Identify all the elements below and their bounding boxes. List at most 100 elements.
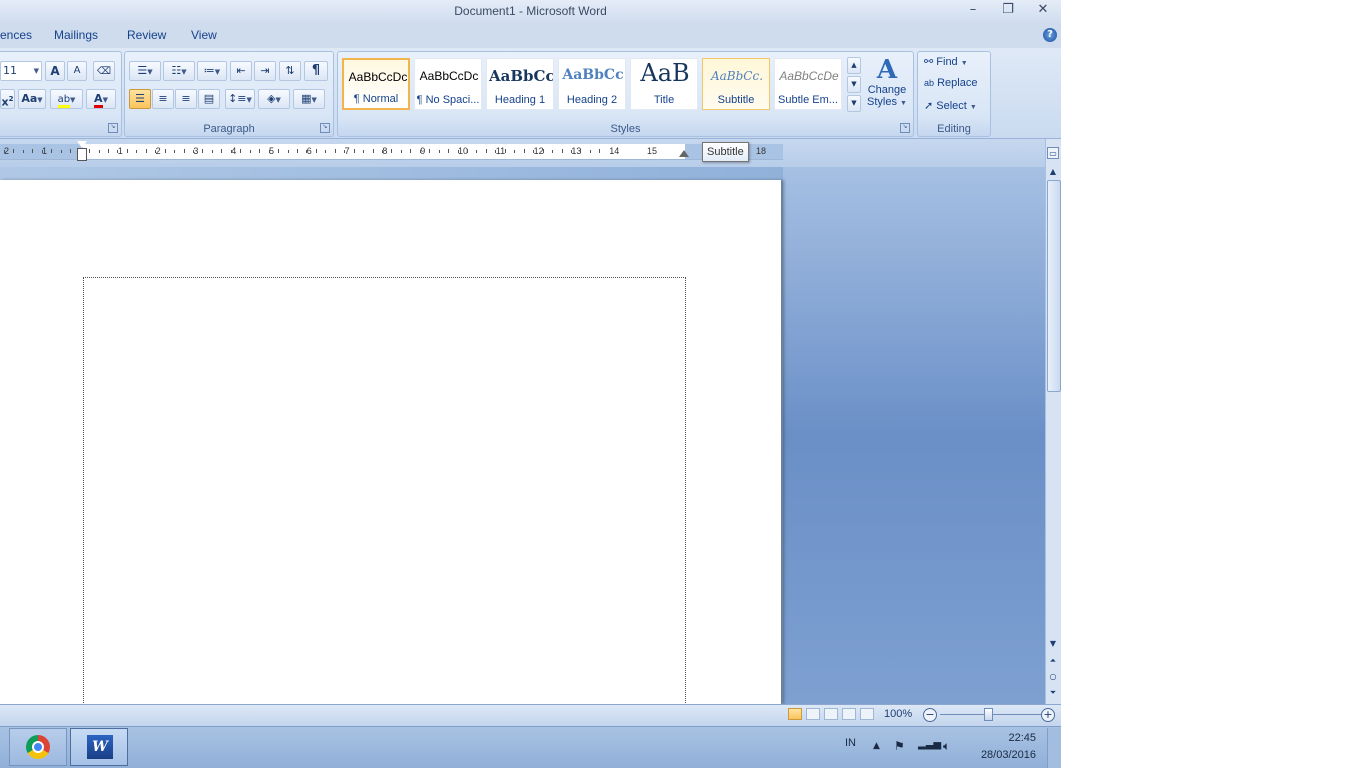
view-ruler-button[interactable]: ▭ <box>1047 147 1059 159</box>
volume-icon[interactable]: 🔈︎ <box>943 739 950 754</box>
line-spacing-button[interactable]: ↕≡▼ <box>225 89 255 109</box>
first-line-indent-marker[interactable] <box>77 141 87 148</box>
styles-dialog-launcher[interactable]: ↘ <box>900 123 910 133</box>
close-button[interactable]: ✕ <box>1028 1 1058 21</box>
font-size-box[interactable]: 11 ▼ <box>0 61 42 81</box>
ruler-number: 7 <box>344 146 350 156</box>
align-right-icon: ≡ <box>181 92 191 105</box>
style-subtle-emphasis[interactable]: AaBbCcDe Subtle Em... <box>774 58 842 110</box>
paragraph-dialog-launcher[interactable]: ↘ <box>320 123 330 133</box>
chevron-down-icon: ▼ <box>900 100 907 107</box>
ruler-tick <box>382 150 383 153</box>
taskbar-chrome[interactable] <box>9 728 67 766</box>
next-page-button[interactable]: ⏷ <box>1046 687 1060 699</box>
ruler-number: 1 <box>42 146 48 156</box>
maximize-button[interactable]: ❐ <box>993 1 1023 21</box>
zoom-in-button[interactable]: + <box>1041 708 1055 722</box>
change-styles-button[interactable]: A Change Styles ▼ <box>864 56 910 116</box>
ruler-tick <box>420 150 421 153</box>
select-button[interactable]: ➚ Select ▼ <box>924 99 977 115</box>
clear-formatting-button[interactable]: ⌫ <box>93 61 115 81</box>
zoom-out-button[interactable]: − <box>923 708 937 722</box>
shrink-font-button[interactable]: A <box>67 61 87 81</box>
draft-view-button[interactable] <box>860 708 874 720</box>
ruler-tick <box>391 149 392 153</box>
borders-button[interactable]: ▦▼ <box>293 89 325 109</box>
show-marks-button[interactable]: ¶ <box>304 61 328 81</box>
print-layout-view-button[interactable] <box>788 708 802 720</box>
tab-references[interactable]: ences <box>0 28 32 42</box>
find-button[interactable]: ⚯ Find ▼ <box>924 55 968 71</box>
replace-button[interactable]: ab Replace <box>924 77 977 93</box>
style-no-spacing[interactable]: AaBbCcDc ¶ No Spaci... <box>414 58 482 110</box>
zoom-level[interactable]: 100% <box>884 708 912 720</box>
font-color-button[interactable]: A▼ <box>86 89 116 109</box>
outline-view-button[interactable] <box>842 708 856 720</box>
show-desktop-button[interactable] <box>1047 728 1061 768</box>
superscript-button[interactable]: x2 <box>0 89 15 109</box>
ruler-tick <box>335 149 336 153</box>
style-title[interactable]: AaB Title <box>630 58 698 110</box>
multilevel-list-button[interactable]: ≔▼ <box>197 61 227 81</box>
web-layout-button[interactable] <box>824 708 838 720</box>
style-preview: AaB <box>640 59 690 87</box>
style-subtitle[interactable]: AaBbCc. Subtitle <box>702 58 770 110</box>
full-screen-reading-button[interactable] <box>806 708 820 720</box>
tab-mailings[interactable]: Mailings <box>54 28 98 42</box>
chevron-down-icon: ▼ <box>214 68 221 76</box>
chevron-down-icon: ▼ <box>37 96 43 104</box>
text-boundary[interactable] <box>83 277 686 719</box>
network-signal-icon[interactable]: ▂▃▅ <box>918 739 941 750</box>
scroll-down-button[interactable]: ▼ <box>1046 638 1060 650</box>
shading-button[interactable]: ◈▼ <box>258 89 290 109</box>
circle-icon: ○ <box>1049 672 1057 681</box>
style-name: Heading 1 <box>494 94 546 106</box>
help-icon[interactable]: ? <box>1043 28 1057 42</box>
gallery-more-button[interactable]: ▼ <box>847 95 861 112</box>
highlight-button[interactable]: ab▼ <box>50 89 83 109</box>
gallery-scroll-up[interactable]: ▲ <box>847 57 861 74</box>
clock-date[interactable]: 28/03/2016 <box>966 749 1036 761</box>
change-case-button[interactable]: Aa▼ <box>18 89 46 109</box>
ruler-tick <box>117 150 118 153</box>
chevron-down-icon: ▼ <box>1049 639 1057 648</box>
plus-icon: + <box>1043 708 1053 721</box>
ruler-tick <box>288 150 289 153</box>
numbering-button[interactable]: ☷▼ <box>163 61 195 81</box>
style-heading-2[interactable]: AaBbCc Heading 2 <box>558 58 626 110</box>
minimize-button[interactable]: – <box>958 1 988 21</box>
style-heading-1[interactable]: AaBbCc Heading 1 <box>486 58 554 110</box>
scrollbar-thumb[interactable] <box>1047 180 1061 392</box>
show-hidden-icons[interactable]: ▲ <box>873 741 880 751</box>
font-dialog-launcher[interactable]: ↘ <box>108 123 118 133</box>
taskbar-word[interactable]: W <box>70 728 128 766</box>
justify-button[interactable]: ▤ <box>198 89 220 109</box>
ruler-tick <box>297 149 298 153</box>
previous-page-button[interactable]: ⏶ <box>1046 655 1060 667</box>
clock-time[interactable]: 22:45 <box>980 732 1036 744</box>
ruler-tick <box>458 150 459 153</box>
bullets-button[interactable]: ☰▼ <box>129 61 161 81</box>
align-center-button[interactable]: ≡ <box>152 89 174 109</box>
sort-button[interactable]: ⇅ <box>279 61 301 81</box>
select-browse-object-button[interactable]: ○ <box>1046 671 1060 683</box>
style-normal[interactable]: AaBbCcDc ¶ Normal <box>342 58 410 110</box>
style-preview: AaBbCcDc <box>419 69 479 83</box>
tab-view[interactable]: View <box>191 28 217 42</box>
gallery-scroll-down[interactable]: ▼ <box>847 76 861 93</box>
align-right-button[interactable]: ≡ <box>175 89 197 109</box>
right-indent-marker[interactable] <box>679 150 689 157</box>
ruler-tick <box>23 150 24 153</box>
paragraph-group-label: Paragraph <box>203 123 255 135</box>
increase-indent-button[interactable]: ⇥ <box>254 61 276 81</box>
language-indicator[interactable]: IN <box>845 737 856 749</box>
zoom-slider-thumb[interactable] <box>984 708 993 721</box>
decrease-indent-button[interactable]: ⇤ <box>230 61 252 81</box>
grow-font-button[interactable]: A <box>45 61 65 81</box>
left-indent-marker[interactable] <box>77 148 87 161</box>
decrease-indent-icon: ⇤ <box>236 64 246 77</box>
align-left-button[interactable]: ☰ <box>129 89 151 109</box>
scroll-up-button[interactable]: ▲ <box>1046 166 1060 178</box>
tab-review[interactable]: Review <box>127 28 166 42</box>
action-center-flag-icon[interactable]: ⚑ <box>894 739 905 753</box>
